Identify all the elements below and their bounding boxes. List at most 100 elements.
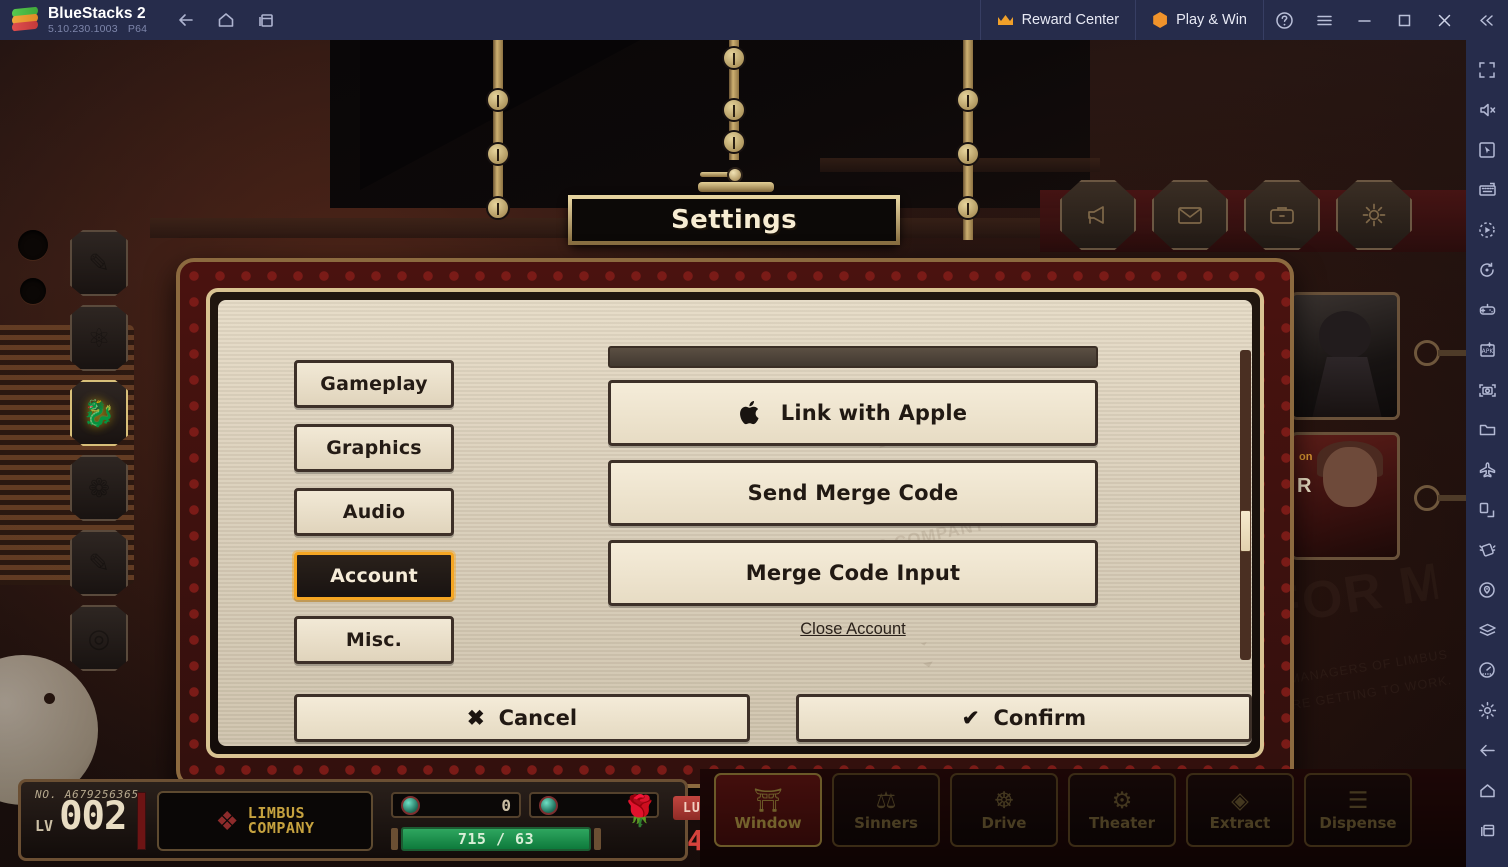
hex-button-1[interactable]: ✎ (70, 230, 128, 296)
resource-module[interactable]: 0 (391, 792, 521, 818)
meter-icon[interactable] (1466, 650, 1508, 690)
tab-graphics[interactable]: Graphics (294, 424, 454, 472)
folder-icon[interactable] (1466, 410, 1508, 450)
close-icon[interactable] (1424, 0, 1464, 40)
screenshot-icon[interactable] (1466, 370, 1508, 410)
character-card-2[interactable]: on R (1290, 432, 1400, 560)
cancel-button[interactable]: ✖ Cancel (294, 694, 750, 742)
reward-center-button[interactable]: Reward Center (979, 0, 1137, 40)
hex-button-4[interactable]: ❁ (70, 455, 128, 521)
experience-value: 715 / 63 (457, 830, 535, 848)
tab-account-label: Account (330, 565, 418, 587)
link-with-apple-button[interactable]: Link with Apple (608, 380, 1098, 446)
apple-icon (739, 401, 759, 425)
rotate-icon[interactable] (1466, 250, 1508, 290)
chain-link-r3 (956, 196, 980, 220)
game-name-plate: ❖ LIMBUS COMPANY (157, 791, 373, 851)
keyboard-icon[interactable] (1466, 170, 1508, 210)
hex-button-2[interactable]: ⚛ (70, 305, 128, 371)
module-icon (401, 795, 420, 815)
app-identity: BlueStacks 2 5.10.230.1003 P64 (48, 5, 147, 35)
link-with-apple-label: Link with Apple (780, 401, 968, 425)
gear-icon[interactable] (1466, 690, 1508, 730)
settings-title-plate: Settings (568, 195, 900, 245)
home-icon[interactable] (209, 3, 243, 37)
hex-button-5[interactable]: ✎ (70, 530, 128, 596)
resize-icon[interactable] (1466, 490, 1508, 530)
nav-drive-label: Drive (981, 813, 1027, 832)
macro-play-icon[interactable] (1466, 210, 1508, 250)
chain-link-l2 (486, 142, 510, 166)
menu-icon[interactable] (1304, 0, 1344, 40)
help-icon[interactable] (1264, 0, 1304, 40)
player-level-row: LV 002 (35, 797, 139, 836)
nav-sinners[interactable]: ⚖ Sinners (832, 773, 940, 847)
tab-gameplay[interactable]: Gameplay (294, 360, 454, 408)
nav-window[interactable]: ⛩ Window (714, 773, 822, 847)
mute-icon[interactable] (1466, 90, 1508, 130)
collapse-icon[interactable] (1464, 0, 1508, 40)
bluestacks-logo-icon (12, 6, 38, 33)
nav-dispense[interactable]: ☰ Dispense (1304, 773, 1412, 847)
announcement-button[interactable] (1060, 180, 1136, 250)
app-version: 5.10.230.1003 P64 (48, 24, 147, 35)
hex-button-3[interactable]: 🐉 (70, 380, 128, 446)
character-card-label-top: on (1299, 451, 1313, 463)
tab-audio[interactable]: Audio (294, 488, 454, 536)
airplane-icon[interactable] (1466, 450, 1508, 490)
back-icon[interactable] (169, 3, 203, 37)
inventory-button[interactable] (1244, 180, 1320, 250)
multi-instance-icon[interactable] (249, 3, 283, 37)
play-and-win-button[interactable]: Play & Win (1136, 0, 1264, 40)
tab-audio-label: Audio (342, 501, 406, 523)
chain-link-l3 (486, 196, 510, 220)
recents-icon[interactable] (1466, 810, 1508, 850)
mail-button[interactable] (1152, 180, 1228, 250)
maximize-icon[interactable] (1384, 0, 1424, 40)
shake-icon[interactable] (1466, 530, 1508, 570)
send-merge-code-button[interactable]: Send Merge Code (608, 460, 1098, 526)
apk-install-icon[interactable]: APK (1466, 330, 1508, 370)
character-card-1[interactable] (1290, 292, 1400, 420)
fullscreen-icon[interactable] (1466, 50, 1508, 90)
back-icon[interactable] (1466, 730, 1508, 770)
settings-tab-list: Gameplay Graphics Audio Account Misc. (294, 360, 454, 680)
nav-theater-icon: ⚙ (1111, 786, 1133, 813)
confirm-button[interactable]: ✔ Confirm (796, 694, 1252, 742)
settings-scrollbar-track[interactable] (1240, 350, 1251, 660)
tab-account[interactable]: Account (294, 552, 454, 600)
envelope-icon (1178, 207, 1202, 224)
nav-extract[interactable]: ◈ Extract (1186, 773, 1294, 847)
close-account-link[interactable]: Close Account (800, 620, 905, 638)
minimize-icon[interactable] (1344, 0, 1384, 40)
chain-left (493, 40, 503, 200)
mount-plate (698, 182, 774, 192)
hex-button-6[interactable]: ◎ (70, 605, 128, 671)
settings-button[interactable] (1336, 180, 1412, 250)
tab-gameplay-label: Gameplay (320, 373, 428, 395)
enkephalin-icon (539, 795, 558, 815)
chain-link-r1 (956, 88, 980, 112)
nav-theater[interactable]: ⚙ Theater (1068, 773, 1176, 847)
cursor-icon[interactable] (1466, 130, 1508, 170)
send-merge-code-label: Send Merge Code (747, 481, 959, 505)
confirm-label: Confirm (993, 706, 1087, 730)
chain-link-c0 (722, 46, 746, 70)
character-card-label-main: R (1297, 475, 1312, 497)
location-icon[interactable] (1466, 570, 1508, 610)
hex-icon-5: ✎ (88, 547, 110, 578)
coin-icon (1153, 12, 1167, 28)
home-icon[interactable] (1466, 770, 1508, 810)
layers-icon[interactable] (1466, 610, 1508, 650)
nav-drive[interactable]: ☸ Drive (950, 773, 1058, 847)
hex-icon-2: ⚛ (87, 322, 111, 353)
nav-window-label: Window (734, 813, 802, 832)
settings-scrollbar-thumb[interactable] (1240, 510, 1251, 552)
tab-misc[interactable]: Misc. (294, 616, 454, 664)
nav-drive-icon: ☸ (993, 786, 1015, 813)
player-level-box: NO. A679256365 LV 002 (35, 788, 139, 836)
megaphone-icon (1088, 206, 1104, 224)
gamepad-icon[interactable] (1466, 290, 1508, 330)
confirm-icon: ✔ (961, 706, 980, 730)
merge-code-input-button[interactable]: Merge Code Input (608, 540, 1098, 606)
